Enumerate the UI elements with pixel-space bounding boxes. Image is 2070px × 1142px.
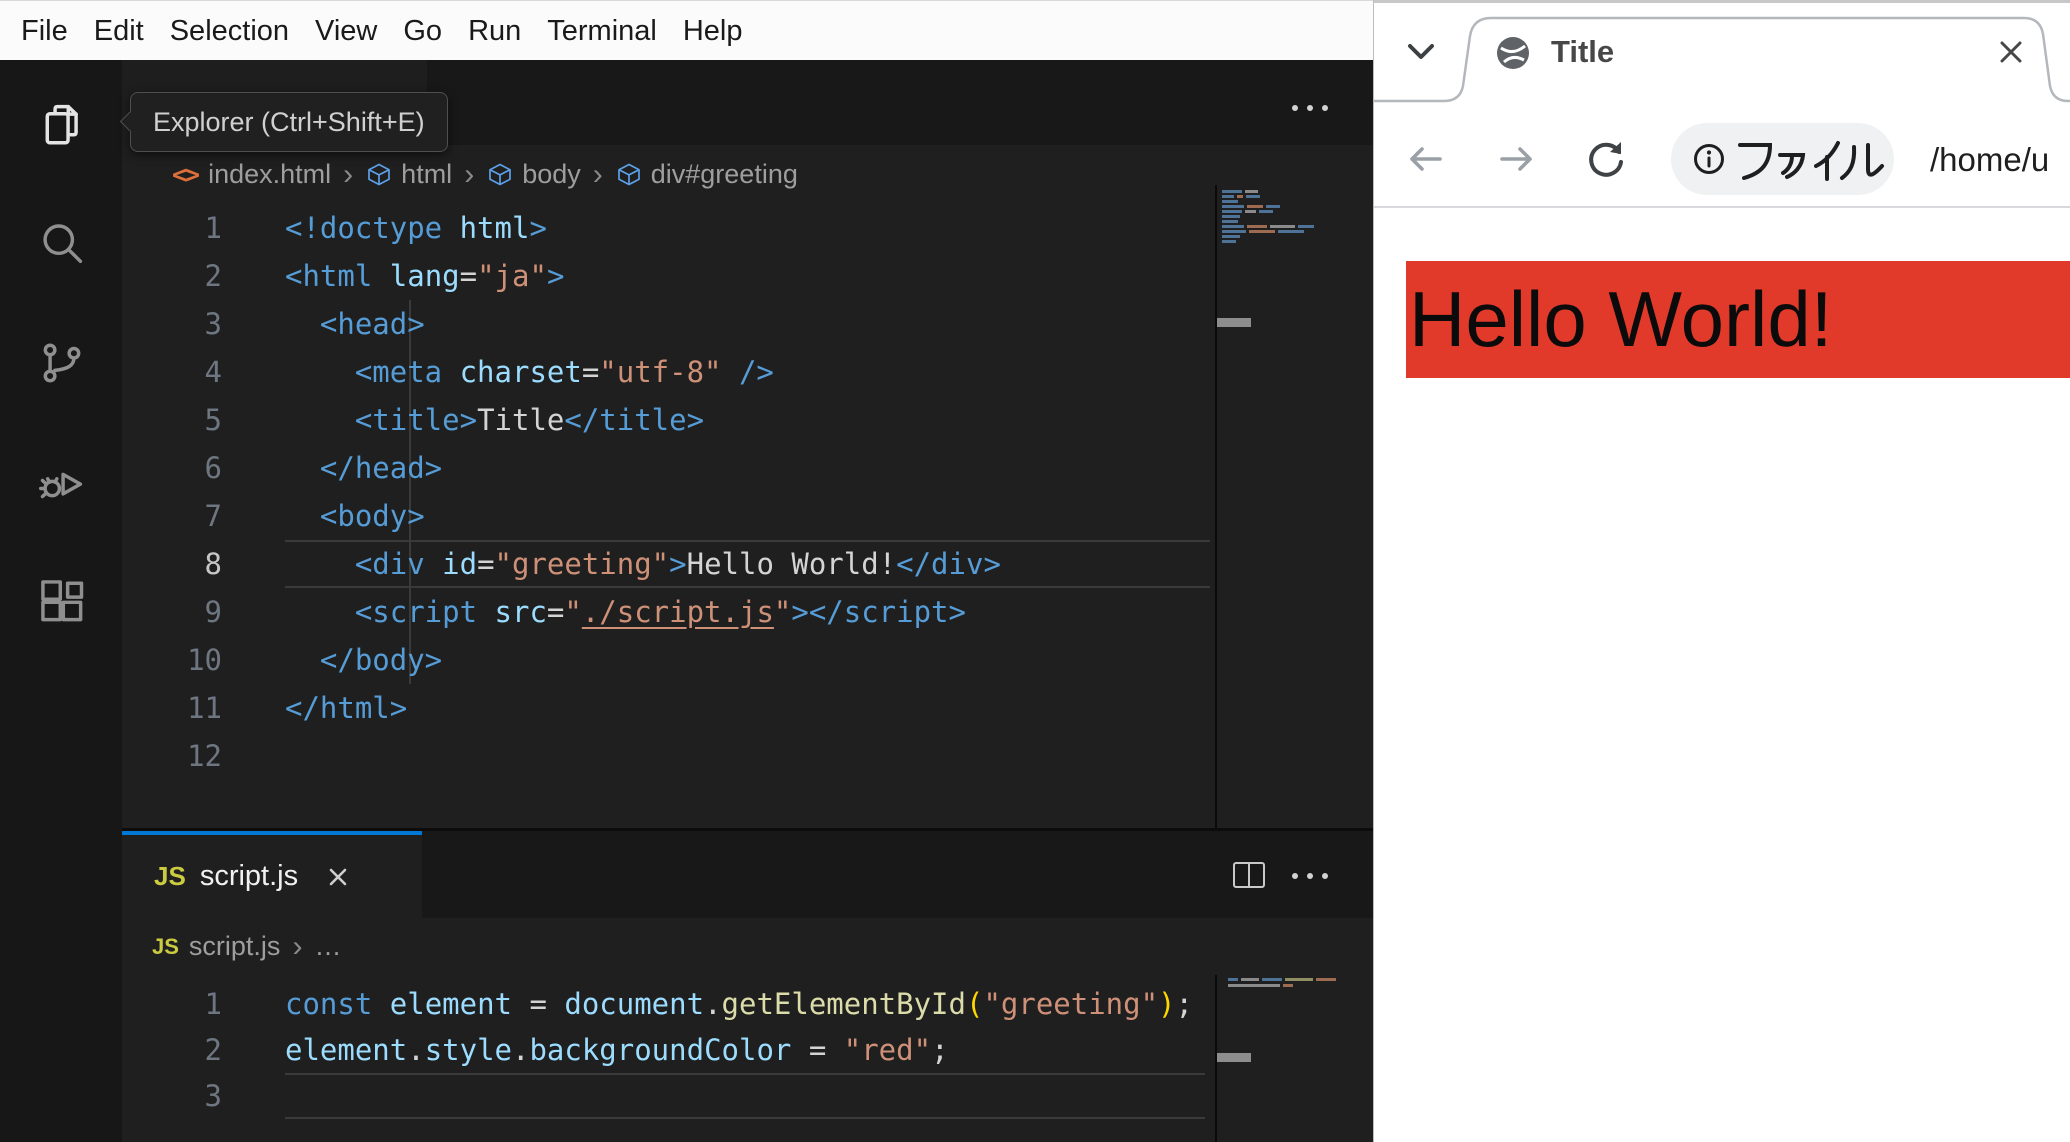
info-icon[interactable]	[1692, 142, 1726, 176]
scrollbar-thumb[interactable]	[1217, 1053, 1251, 1062]
browser-tab-shape	[1374, 16, 2070, 103]
file-chip-katakana-drawing	[1738, 141, 1884, 181]
code-token: =	[791, 1033, 844, 1067]
code-text: element.style.backgroundColor = "red";	[285, 1027, 949, 1073]
minimap-line	[1228, 978, 1336, 981]
line-number: 3	[204, 1079, 222, 1113]
code-token: backgroundColor	[529, 1033, 792, 1067]
current-line-highlight	[285, 1073, 1205, 1119]
run-and-debug-icon[interactable]	[36, 456, 88, 508]
screen: File Edit Selection View Go Run Terminal…	[0, 0, 2070, 1142]
minimap-line	[1222, 190, 1258, 193]
explorer-tooltip: Explorer (Ctrl+Shift+E)	[119, 92, 448, 152]
minimap-line	[1228, 984, 1293, 987]
code-token: "red"	[843, 1033, 932, 1067]
editor-actions-more-icon[interactable]	[1292, 105, 1328, 111]
split-editor-icon[interactable]	[1231, 859, 1267, 891]
code-token: .	[407, 1033, 425, 1067]
browser-tab-title[interactable]: Title	[1551, 34, 1614, 70]
code-line[interactable]: 3	[122, 1073, 1215, 1119]
forward-icon[interactable]	[1494, 137, 1538, 181]
reload-icon[interactable]	[1583, 137, 1627, 181]
extensions-icon[interactable]	[36, 575, 88, 627]
editor-script-js[interactable]: 1 const element = document.getElementById…	[122, 60, 1215, 1142]
line-number: 1	[204, 987, 222, 1021]
menu-help[interactable]: Help	[670, 1, 756, 61]
code-token: style	[424, 1033, 512, 1067]
code-token: const	[285, 987, 373, 1021]
code-token: .	[704, 987, 722, 1021]
code-token: )	[1158, 987, 1176, 1021]
globe-favicon	[1497, 37, 1529, 69]
minimap-line	[1222, 210, 1273, 213]
tooltip-text: Explorer (Ctrl+Shift+E)	[153, 106, 425, 137]
close-tab-icon[interactable]	[2000, 41, 2022, 63]
line-number: 2	[204, 1033, 222, 1067]
source-control-icon[interactable]	[36, 337, 88, 389]
explorer-icon[interactable]	[36, 99, 88, 151]
address-url[interactable]: /home/u	[1930, 141, 2049, 179]
minimap-line	[1222, 200, 1238, 203]
code-text: const element = document.getElementById(…	[285, 981, 1193, 1027]
menu-run[interactable]: Run	[455, 1, 534, 61]
browser-window: Title ファイル	[1373, 0, 2070, 1142]
vscode-window: Explorer (Ctrl+Shift+E) <> index.html › …	[0, 60, 1373, 1142]
code-token: element	[285, 1033, 408, 1067]
menu-edit[interactable]: Edit	[81, 1, 157, 61]
minimap-line	[1222, 215, 1240, 218]
code-line[interactable]: 2 element.style.backgroundColor = "red";	[122, 1027, 1215, 1073]
minimap-line	[1222, 205, 1280, 208]
menu-terminal[interactable]: Terminal	[534, 1, 670, 61]
menu-go[interactable]: Go	[390, 1, 455, 61]
code-token: document	[564, 987, 705, 1021]
editor-actions-more-icon[interactable]	[1292, 873, 1328, 879]
code-token: =	[529, 987, 565, 1021]
greeting-div: Hello World!	[1406, 261, 2070, 378]
menu-view[interactable]: View	[302, 1, 390, 61]
menu-file[interactable]: File	[8, 1, 81, 61]
greeting-text: Hello World!	[1409, 275, 1833, 363]
minimap-line	[1222, 225, 1314, 228]
code-token: element	[372, 987, 530, 1021]
code-token: ;	[931, 1033, 949, 1067]
minimap-line	[1222, 195, 1260, 198]
scrollbar-track	[1215, 185, 1217, 828]
code-token: ;	[1175, 987, 1193, 1021]
minimap-line	[1222, 220, 1238, 223]
scrollbar-thumb[interactable]	[1217, 318, 1251, 327]
search-icon[interactable]	[36, 218, 88, 270]
minimap-line	[1222, 235, 1240, 238]
menu-selection[interactable]: Selection	[157, 1, 302, 61]
code-token: (	[965, 987, 984, 1021]
file-chip-label: ファイル	[1671, 123, 1672, 124]
vscode-menu-bar: File Edit Selection View Go Run Terminal…	[0, 0, 1373, 60]
back-icon[interactable]	[1404, 137, 1448, 181]
tab-search-chevron-icon[interactable]	[1407, 43, 1435, 61]
activity-bar	[0, 60, 122, 1142]
code-token: .	[512, 1033, 530, 1067]
minimap-line	[1222, 240, 1236, 243]
code-line[interactable]: 1 const element = document.getElementById…	[122, 981, 1215, 1027]
browser-viewport: Hello World!	[1374, 208, 2070, 1142]
code-token: getElementById	[721, 987, 966, 1021]
minimap-line	[1222, 230, 1304, 233]
code-token: "greeting"	[983, 987, 1159, 1021]
